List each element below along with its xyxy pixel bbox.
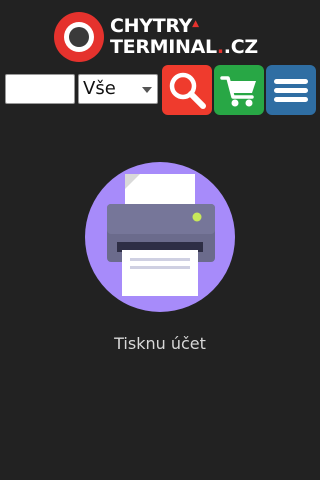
logo-line-1: CHYTRY bbox=[110, 15, 193, 37]
cart-button[interactable] bbox=[214, 65, 264, 115]
logo-dot: . bbox=[216, 36, 224, 58]
logo-accent-mark: ▲ bbox=[192, 19, 199, 29]
logo-wordmark: CHYTRY▲ TERMINAL..CZ bbox=[110, 16, 270, 58]
chevron-down-icon bbox=[142, 87, 152, 93]
logo-tld: .CZ bbox=[223, 36, 258, 58]
magnifier-icon bbox=[169, 72, 206, 109]
category-select[interactable]: Vše bbox=[78, 74, 158, 104]
menu-button[interactable] bbox=[266, 65, 316, 115]
cart-icon bbox=[220, 76, 256, 107]
logo-line-2: TERMINAL bbox=[110, 36, 217, 58]
printer-icon bbox=[85, 162, 235, 312]
search-input[interactable] bbox=[5, 74, 75, 104]
app-root: CHYTRY▲ TERMINAL..CZ Vše Tisknu účet bbox=[0, 0, 320, 480]
hamburger-icon bbox=[274, 79, 308, 102]
status-text: Tisknu účet bbox=[114, 334, 206, 353]
category-selected-value: Vše bbox=[83, 78, 116, 99]
site-logo[interactable]: CHYTRY▲ TERMINAL..CZ bbox=[54, 12, 266, 62]
search-button[interactable] bbox=[162, 65, 212, 115]
logo-mark-icon bbox=[54, 12, 104, 62]
